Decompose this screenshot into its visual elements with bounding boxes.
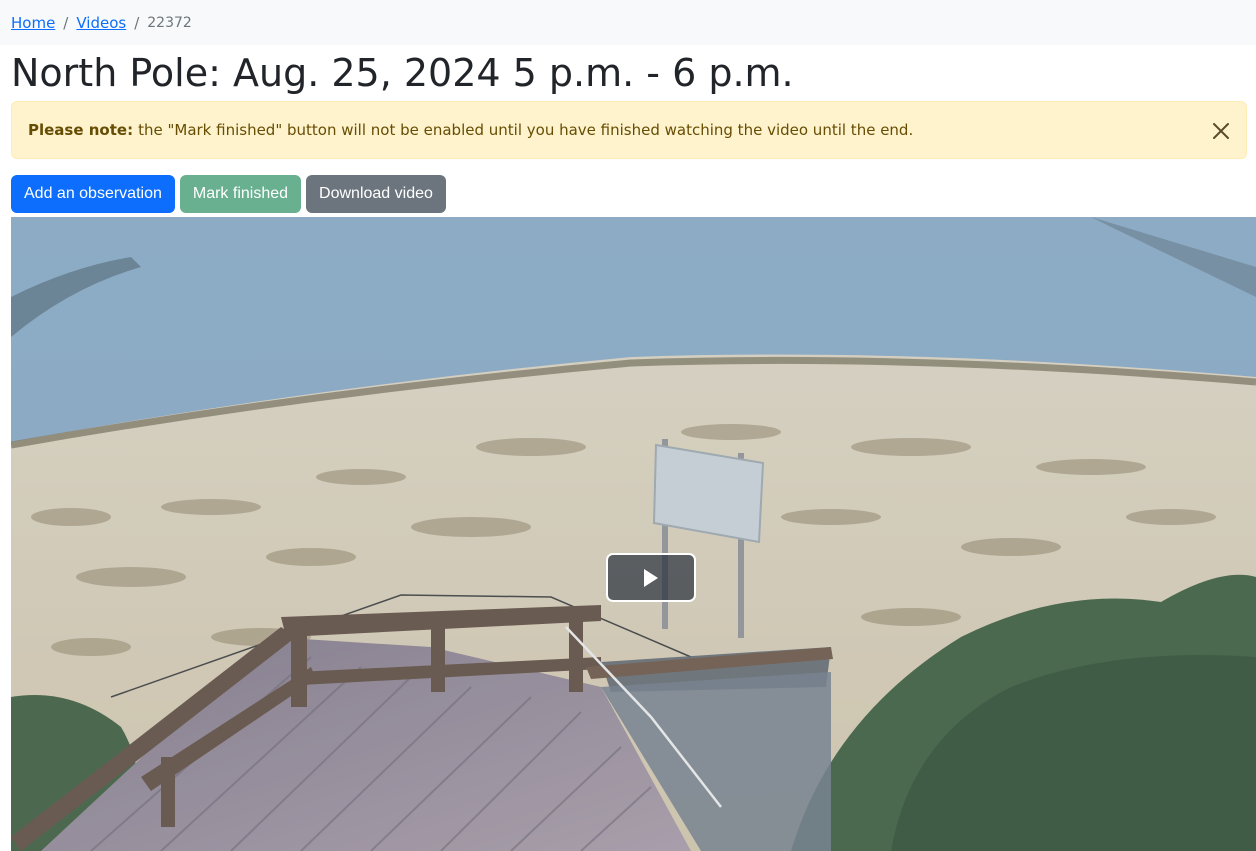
add-observation-button[interactable]: Add an observation	[11, 175, 175, 213]
notice-alert: Please note: the "Mark finished" button …	[11, 101, 1247, 159]
video-frame	[11, 217, 1256, 851]
action-buttons: Add an observation Mark finished Downloa…	[11, 175, 446, 213]
download-video-button[interactable]: Download video	[306, 175, 446, 213]
breadcrumb: Home / Videos / 22372	[0, 0, 1256, 45]
video-player[interactable]	[11, 217, 1256, 851]
play-button[interactable]	[606, 553, 696, 602]
breadcrumb-separator: /	[134, 13, 140, 32]
page-title: North Pole: Aug. 25, 2024 5 p.m. - 6 p.m…	[11, 51, 794, 95]
alert-strong-text: Please note:	[28, 121, 134, 139]
mark-finished-button[interactable]: Mark finished	[179, 175, 302, 213]
close-icon[interactable]	[1210, 120, 1232, 142]
alert-message: the "Mark finished" button will not be e…	[138, 121, 914, 139]
breadcrumb-home-link[interactable]: Home	[11, 14, 55, 32]
play-icon	[642, 568, 660, 588]
breadcrumb-videos-link[interactable]: Videos	[76, 14, 126, 32]
breadcrumb-current: 22372	[147, 14, 192, 31]
breadcrumb-separator: /	[63, 13, 69, 32]
